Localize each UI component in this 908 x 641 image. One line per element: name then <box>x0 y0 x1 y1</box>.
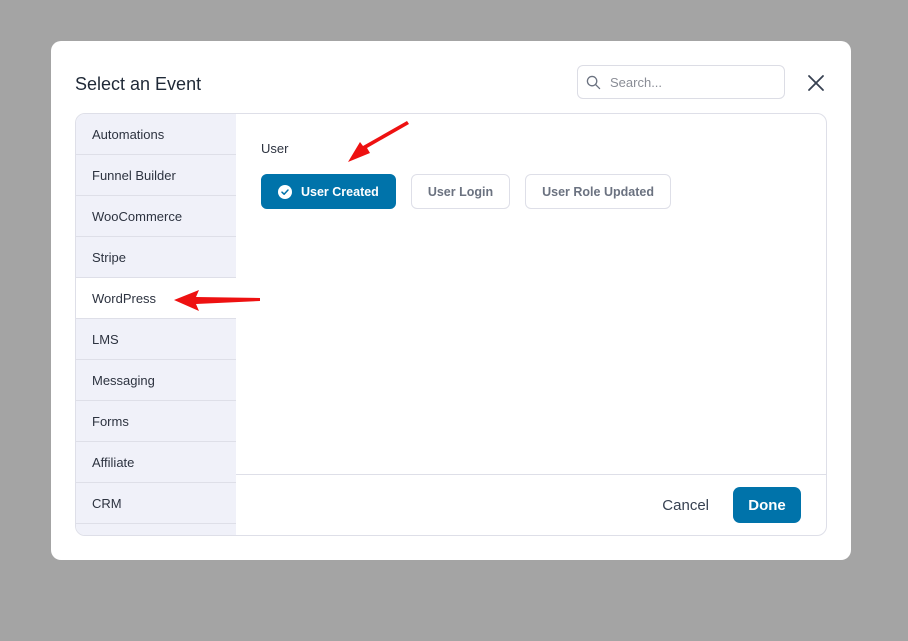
event-panel: Automations Funnel Builder WooCommerce S… <box>75 113 827 536</box>
search-field[interactable] <box>577 65 785 99</box>
search-input[interactable] <box>608 73 772 91</box>
sidebar-item-label: WordPress <box>92 290 157 306</box>
sidebar-item-automations[interactable]: Automations <box>76 114 236 155</box>
modal-footer: Cancel Done <box>236 474 826 535</box>
done-button[interactable]: Done <box>733 487 801 523</box>
sidebar-item-lms[interactable]: LMS <box>76 319 236 360</box>
sidebar-item-label: Messaging <box>92 372 155 388</box>
sidebar-item-label: CRM <box>92 495 122 511</box>
event-label: User Role Updated <box>542 184 654 199</box>
sidebar-item-affiliate[interactable]: Affiliate <box>76 442 236 483</box>
close-icon[interactable] <box>807 74 825 92</box>
event-user-login-button[interactable]: User Login <box>410 174 511 209</box>
sidebar-item-forms[interactable]: Forms <box>76 401 236 442</box>
sidebar-item-stripe[interactable]: Stripe <box>76 237 236 278</box>
sidebar-item-label: Affiliate <box>92 454 135 470</box>
sidebar-item-label: Automations <box>92 126 165 142</box>
sidebar-item-label: LMS <box>92 331 119 347</box>
sidebar-item-label: Funnel Builder <box>92 167 176 183</box>
sidebar-item-funnel-builder[interactable]: Funnel Builder <box>76 155 236 196</box>
check-circle-icon <box>278 184 292 199</box>
sidebar-item-woocommerce[interactable]: WooCommerce <box>76 196 236 237</box>
modal-title: Select an Event <box>75 74 202 94</box>
select-event-modal: Select an Event Automations Funnel Build… <box>51 41 851 560</box>
sidebar-item-messaging[interactable]: Messaging <box>76 360 236 401</box>
sidebar-item-crm[interactable]: CRM <box>76 483 236 524</box>
cancel-button[interactable]: Cancel <box>662 497 709 514</box>
annotation-arrow-icon <box>174 290 260 311</box>
event-user-role-updated-button[interactable]: User Role Updated <box>525 174 671 209</box>
sidebar-item-label: Forms <box>92 413 129 429</box>
sidebar-item-label: Stripe <box>92 249 126 265</box>
event-content: User User Created User Login User Role U… <box>236 114 826 475</box>
event-label: User Login <box>427 184 494 199</box>
category-sidebar: Automations Funnel Builder WooCommerce S… <box>76 114 236 535</box>
event-label: User Created <box>301 184 379 199</box>
search-icon <box>586 75 601 89</box>
event-group-label: User <box>261 141 289 156</box>
annotation-arrow-icon <box>348 121 409 162</box>
event-list: User Created User Login User Role Update… <box>261 174 671 209</box>
sidebar-item-label: WooCommerce <box>92 208 183 224</box>
event-user-created-button[interactable]: User Created <box>261 174 396 209</box>
